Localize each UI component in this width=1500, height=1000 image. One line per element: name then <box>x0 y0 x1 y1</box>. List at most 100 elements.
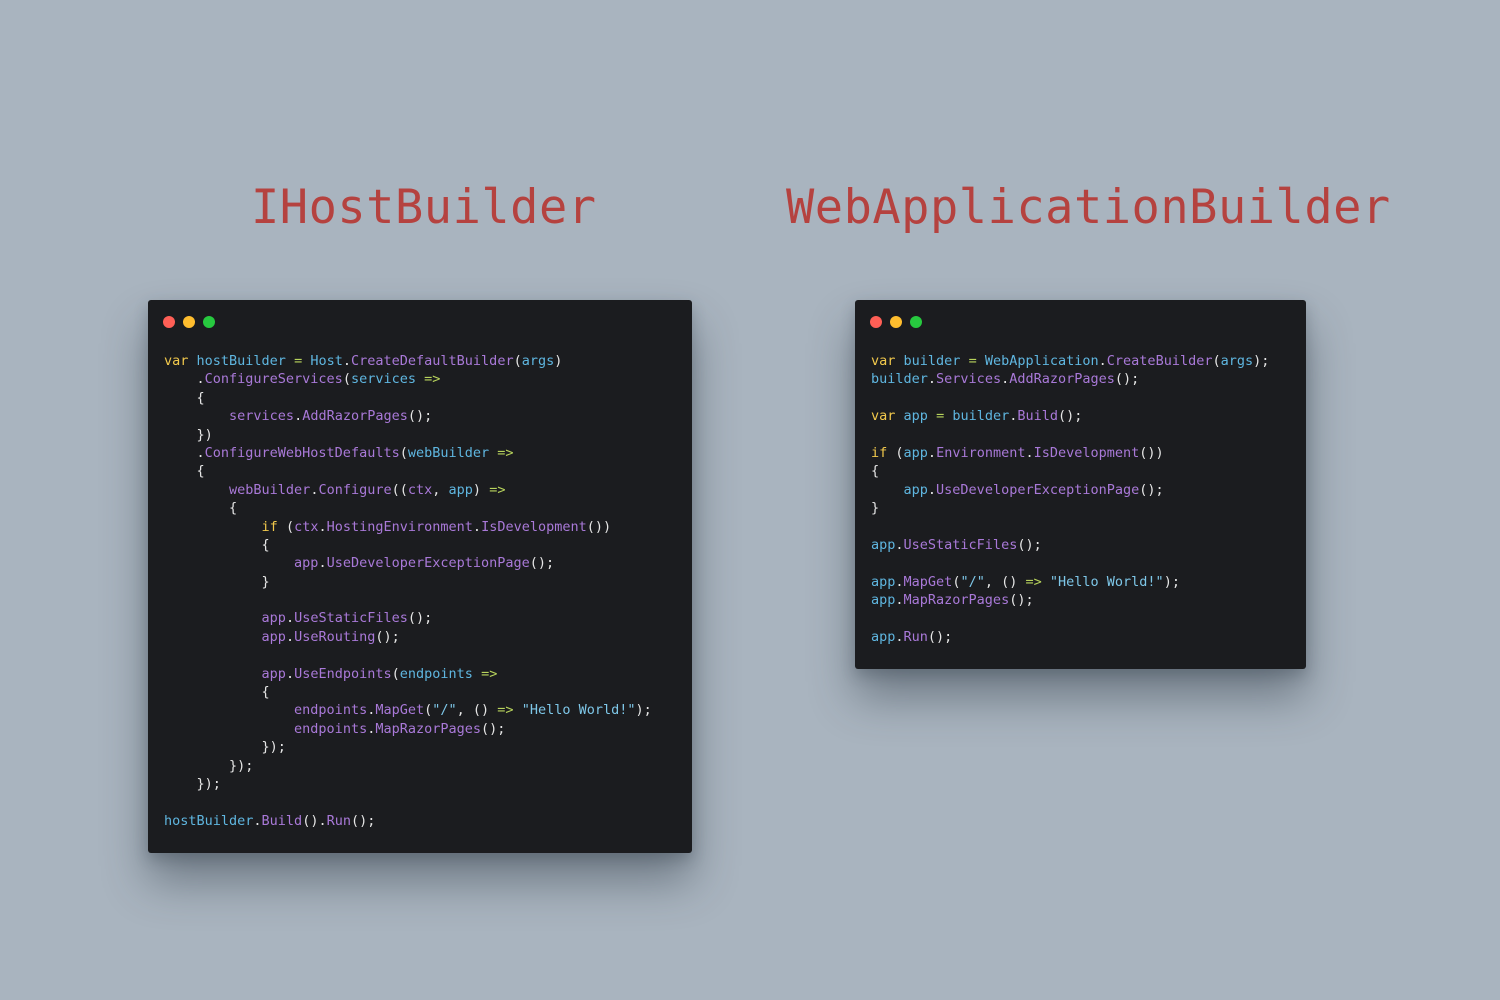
code-token: "Hello World!" <box>1049 573 1164 590</box>
code-token: (); <box>1058 408 1083 425</box>
code-token: IsDevelopment <box>481 518 587 535</box>
title-ihostbuilder: IHostBuilder <box>251 180 597 235</box>
code-token: UseDeveloperExceptionPage <box>326 555 530 572</box>
code-window-webapplicationbuilder: var builder = WebApplication.CreateBuild… <box>855 300 1306 669</box>
code-token: services <box>229 408 295 425</box>
code-token: (); <box>407 610 433 627</box>
code-token: (); <box>350 812 376 829</box>
code-token: Host <box>310 353 343 369</box>
code-token: }) <box>164 426 213 443</box>
code-token: . <box>318 555 327 572</box>
code-token: { <box>871 463 880 480</box>
code-line: var builder = WebApplication.CreateBuild… <box>871 352 1269 370</box>
minimize-dot-icon[interactable] <box>183 316 195 328</box>
code-token: var <box>871 408 896 425</box>
code-line: app.MapGet("/", () => "Hello World!"); <box>871 573 1269 591</box>
code-token: { <box>164 536 270 553</box>
code-token: UseStaticFiles <box>903 536 1018 553</box>
code-token: app <box>261 628 286 645</box>
code-token: } <box>164 573 270 590</box>
code-token: ( <box>277 518 295 535</box>
code-token: . <box>472 518 482 535</box>
code-token: MapGet <box>375 702 425 719</box>
code-token: if <box>871 444 888 461</box>
maximize-dot-icon[interactable] <box>203 316 215 328</box>
code-token: , () <box>984 573 1026 590</box>
code-token: services <box>350 371 416 388</box>
code-token: ) <box>472 481 490 498</box>
code-token: (); <box>927 628 953 645</box>
code-token: } <box>871 500 880 517</box>
code-token: MapRazorPages <box>375 720 482 737</box>
code-line: endpoints.MapGet("/", () => "Hello World… <box>164 701 652 719</box>
code-token: . <box>1098 353 1107 369</box>
code-token: ); <box>1163 573 1180 590</box>
code-line: var app = builder.Build(); <box>871 407 1269 425</box>
code-token: Build <box>1017 408 1059 425</box>
code-line: if (ctx.HostingEnvironment.IsDevelopment… <box>164 518 652 536</box>
code-token: hostBuilder <box>164 812 254 829</box>
code-token: HostingEnvironment <box>326 518 473 535</box>
code-token: }); <box>164 775 221 792</box>
code-token: WebApplication <box>984 353 1099 369</box>
code-token: app <box>903 408 928 425</box>
code-token: (); <box>1114 371 1140 388</box>
code-token: ctx <box>407 481 433 498</box>
code-line: }); <box>164 738 652 756</box>
code-line: builder.Services.AddRazorPages(); <box>871 370 1269 388</box>
code-token: . <box>1025 444 1034 461</box>
code-token: UseEndpoints <box>294 665 392 682</box>
code-token: (( <box>391 481 408 498</box>
code-token: , <box>432 481 449 498</box>
code-token: Services <box>936 371 1002 388</box>
code-token: ctx <box>294 518 319 535</box>
code-token: app <box>903 481 928 498</box>
code-line: { <box>871 462 1269 480</box>
maximize-dot-icon[interactable] <box>910 316 922 328</box>
code-token: AddRazorPages <box>302 408 408 425</box>
close-dot-icon[interactable] <box>870 316 882 328</box>
code-token: hostBuilder <box>196 353 286 369</box>
code-token: , () <box>456 702 498 719</box>
code-token: builder <box>871 371 928 388</box>
code-token: MapGet <box>903 573 953 590</box>
code-token: (); <box>529 555 555 572</box>
code-token: app <box>294 555 319 572</box>
code-line: { <box>164 462 652 480</box>
code-line: { <box>164 499 652 517</box>
code-token: app <box>261 665 286 682</box>
code-token: args <box>1220 353 1254 369</box>
code-token: . <box>342 353 352 369</box>
code-token: => <box>1025 573 1042 590</box>
code-token: app <box>871 592 896 609</box>
code-token: => <box>424 371 441 388</box>
code-line: var hostBuilder = Host.CreateDefaultBuil… <box>164 352 652 370</box>
code-token: Build <box>261 812 303 829</box>
code-line: app.UseDeveloperExceptionPage(); <box>164 554 652 572</box>
code-line: }) <box>164 426 652 444</box>
code-token: UseDeveloperExceptionPage <box>936 481 1140 498</box>
minimize-dot-icon[interactable] <box>890 316 902 328</box>
code-line: services.AddRazorPages(); <box>164 407 652 425</box>
close-dot-icon[interactable] <box>163 316 175 328</box>
code-token: UseStaticFiles <box>294 610 408 627</box>
code-token: => <box>497 444 514 461</box>
code-token: endpoints <box>294 720 368 737</box>
